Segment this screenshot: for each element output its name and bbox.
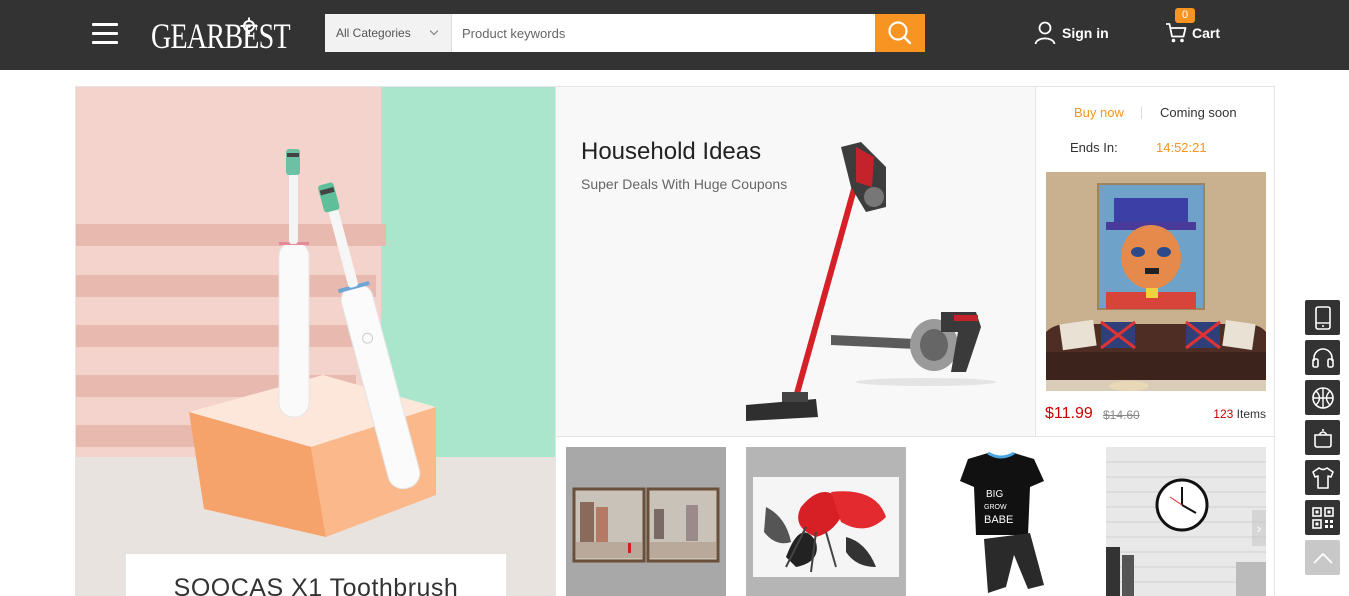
search-bar: All Categories xyxy=(325,14,925,52)
cart-icon xyxy=(1166,23,1187,43)
gearbest-logo[interactable]: GEARBEST xyxy=(151,12,329,60)
deal-tabs: Buy now Coming soon xyxy=(1036,105,1274,121)
items-number: 123 xyxy=(1213,407,1234,421)
svg-text:GROW: GROW xyxy=(984,504,1007,511)
carousel-next-button[interactable]: › xyxy=(1252,510,1266,546)
deal-original-price: $14.60 xyxy=(1103,408,1140,422)
user-icon xyxy=(1034,21,1056,45)
deal-items-count: 123 Items xyxy=(1213,407,1266,421)
sign-in-label: Sign in xyxy=(1062,25,1109,41)
deal-price: $11.99 xyxy=(1045,405,1093,422)
sidenav-apparel-button[interactable] xyxy=(1305,460,1340,495)
sidenav-phones-button[interactable] xyxy=(1305,300,1340,335)
kids-outfit-image: BIG GROW BABE xyxy=(926,447,1086,596)
household-ideas-banner[interactable]: Household Ideas Super Deals With Huge Co… xyxy=(555,87,1035,436)
cart-label: Cart xyxy=(1192,25,1221,41)
city-painting-image xyxy=(566,447,726,596)
sidenav-audio-button[interactable] xyxy=(1305,340,1340,375)
tab-divider xyxy=(1141,107,1142,119)
headphones-icon xyxy=(1311,347,1334,368)
qr-code-icon xyxy=(1311,506,1334,529)
back-to-top-icon xyxy=(1312,552,1333,564)
cart-count-badge: 0 xyxy=(1175,8,1195,23)
svg-text:BIG: BIG xyxy=(986,489,1003,500)
tshirt-icon xyxy=(1311,466,1334,489)
category-select[interactable]: All Categories xyxy=(325,14,452,52)
cart-link[interactable]: 0 Cart xyxy=(1165,8,1221,48)
tab-buy-now[interactable]: Buy now xyxy=(1074,105,1124,120)
product-card-kids-outfit[interactable]: BIG GROW BABE xyxy=(926,447,1086,596)
category-select-label: All Categories xyxy=(336,26,411,40)
search-input[interactable] xyxy=(452,14,875,52)
red-flower-canvas-image xyxy=(746,447,906,596)
tab-coming-soon[interactable]: Coming soon xyxy=(1160,105,1237,120)
sidenav-qr-button[interactable] xyxy=(1305,500,1340,535)
flash-deal-panel: Buy now Coming soon Ends In: 14:52:21 $1… xyxy=(1035,87,1274,436)
top-header: GEARBEST All Categories Sign in xyxy=(0,0,1349,70)
product-carousel: ‹ xyxy=(555,436,1274,596)
sidenav-home-appliance-button[interactable] xyxy=(1305,420,1340,455)
wall-clock-image xyxy=(1106,447,1266,596)
ball-icon xyxy=(1311,386,1334,409)
svg-text:BABE: BABE xyxy=(984,514,1013,526)
product-card-red-flower-canvas[interactable] xyxy=(746,447,906,596)
sign-in-link[interactable]: Sign in xyxy=(1034,20,1109,46)
menu-icon[interactable] xyxy=(92,23,118,45)
side-nav xyxy=(1305,300,1340,580)
toothbrush-product-image xyxy=(189,149,436,537)
countdown-timer: 14:52:21 xyxy=(1156,140,1207,155)
gear-icon xyxy=(240,17,258,35)
deal-product-image[interactable] xyxy=(1046,172,1266,391)
phone-icon xyxy=(1314,305,1331,330)
product-card-wall-clock[interactable] xyxy=(1106,447,1266,596)
chevron-right-icon: › xyxy=(1256,520,1262,536)
hero-caption: SOOCAS X1 Toothbrush xyxy=(126,554,506,596)
search-icon xyxy=(888,21,912,45)
search-button[interactable] xyxy=(875,14,925,52)
chevron-down-icon xyxy=(429,26,439,36)
vacuum-cleaner-image xyxy=(746,142,996,421)
countdown-label: Ends In: xyxy=(1070,140,1118,155)
logo-text: GEARBEST xyxy=(151,16,291,56)
items-label: Items xyxy=(1233,407,1266,421)
back-to-top-button[interactable] xyxy=(1305,540,1340,575)
pot-icon xyxy=(1313,428,1332,448)
chaplin-painting-image xyxy=(1046,172,1266,391)
product-card-city-painting[interactable] xyxy=(566,447,726,596)
hero-banner-toothbrush[interactable]: SOOCAS X1 Toothbrush xyxy=(76,87,555,596)
sidenav-sports-button[interactable] xyxy=(1305,380,1340,415)
main-content: SOOCAS X1 Toothbrush Household Ideas Sup… xyxy=(75,86,1275,596)
